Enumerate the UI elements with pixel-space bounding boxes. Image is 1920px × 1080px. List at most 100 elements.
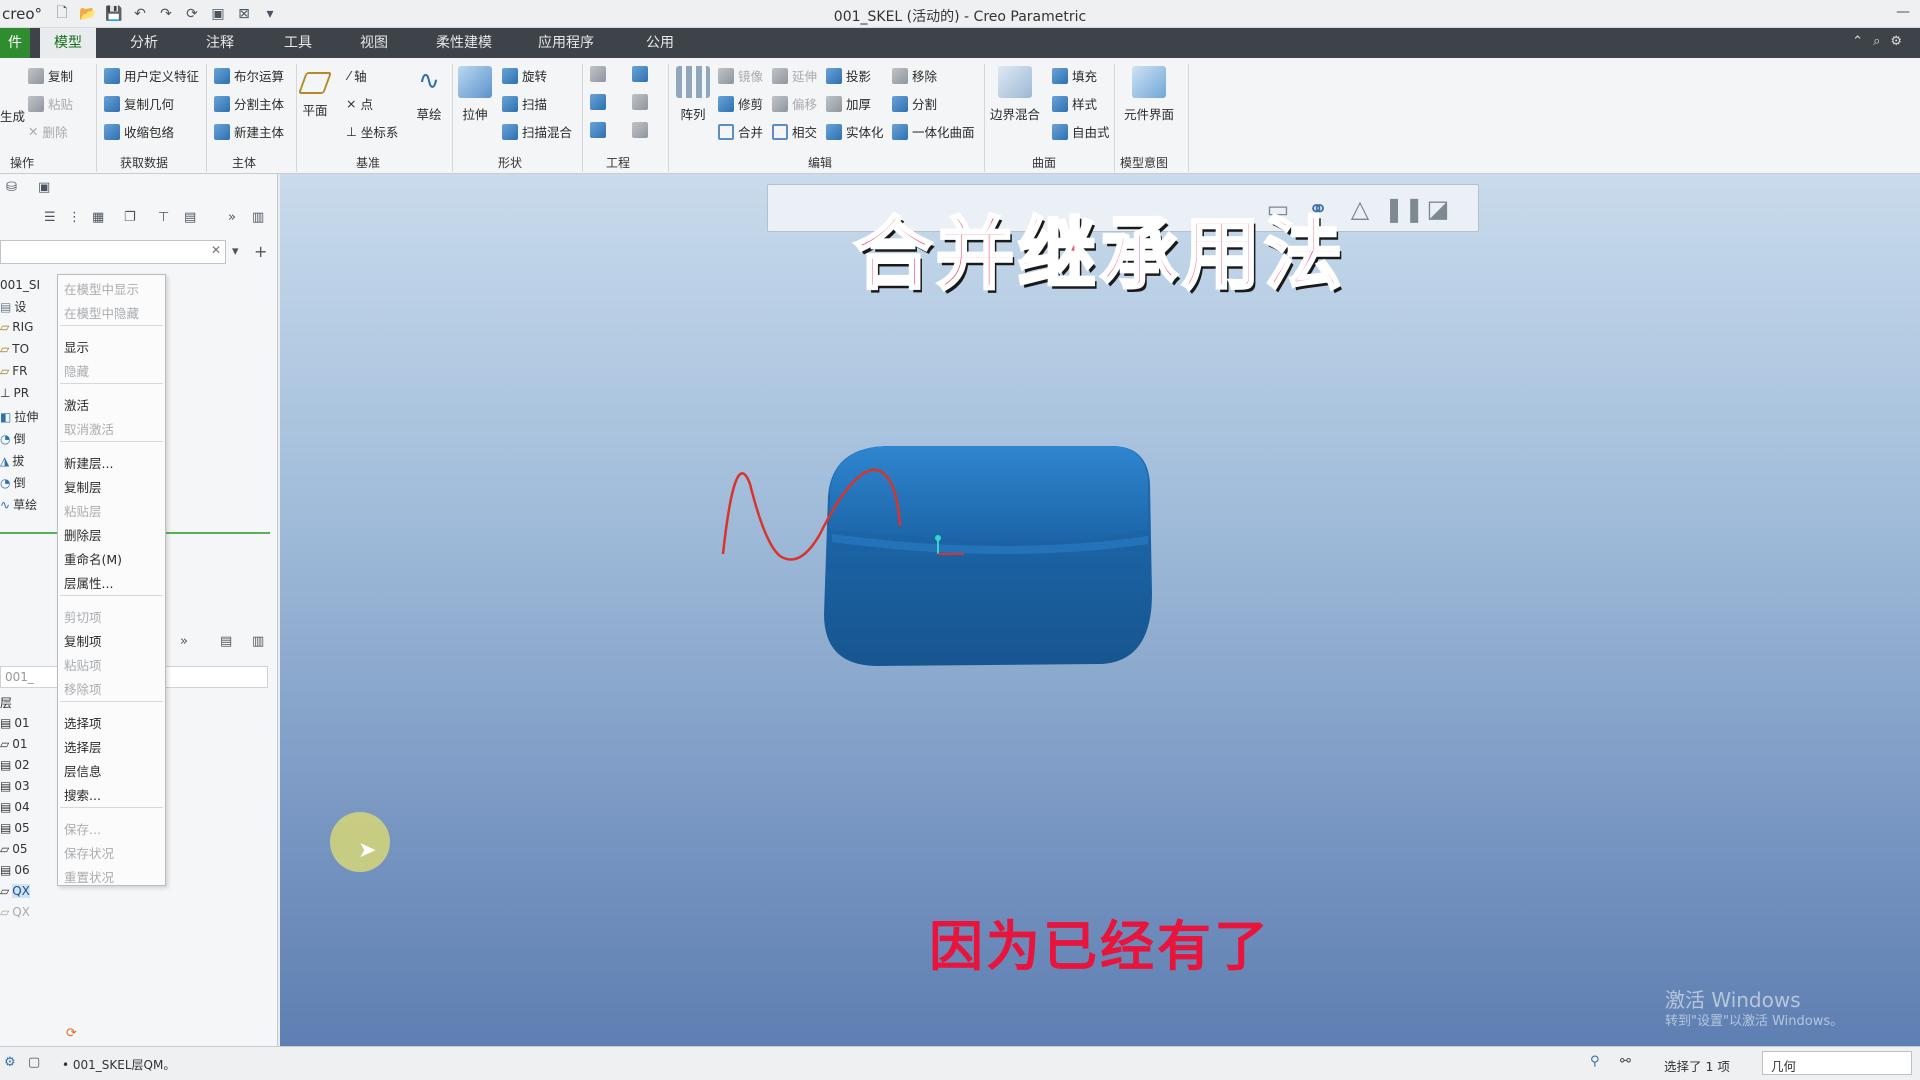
- menu-item-show[interactable]: 显示: [64, 337, 89, 356]
- shell-button[interactable]: [632, 94, 648, 110]
- paste-button[interactable]: 粘贴: [28, 94, 73, 113]
- regenerate-button[interactable]: 生成: [0, 106, 25, 125]
- group-label-surfaces[interactable]: 曲面: [1032, 154, 1056, 171]
- udf-button[interactable]: 用户定义特征: [104, 66, 199, 85]
- tree-root[interactable]: 001_SI: [0, 278, 40, 292]
- delete-button[interactable]: ✕ 删除: [28, 122, 68, 141]
- extend-button[interactable]: 延伸: [772, 66, 817, 85]
- mirror-button[interactable]: 镜像: [718, 66, 763, 85]
- point-button[interactable]: × 点: [346, 94, 373, 113]
- layer-row[interactable]: ▱ QX: [0, 905, 30, 919]
- menu-item-copy-item[interactable]: 复制项: [64, 631, 102, 650]
- group-label-datum[interactable]: 基准: [356, 154, 380, 171]
- tree-item[interactable]: ◔ 倒: [0, 474, 26, 491]
- split-button[interactable]: 分割: [892, 94, 937, 113]
- revolve-button[interactable]: 旋转: [502, 66, 547, 85]
- ribbon-controls-icon[interactable]: ⌃⌕⚙: [1852, 34, 1912, 49]
- group-label-model-intent[interactable]: 模型意图: [1120, 154, 1168, 171]
- tab-annotate[interactable]: 注释: [192, 28, 248, 58]
- layer-row[interactable]: ▤ 02: [0, 758, 30, 772]
- columns-icon[interactable]: ▤: [184, 210, 200, 226]
- graphics-viewport[interactable]: ▭ ⚭ △ ❚❚ ◪ 合并继承用法 因为已经有了 激活 Windows 转到"设…: [280, 174, 1920, 1046]
- tab-view[interactable]: 视图: [346, 28, 402, 58]
- group-label-get-data[interactable]: 获取数据: [120, 154, 168, 171]
- tab-public[interactable]: 公用: [632, 28, 688, 58]
- component-interface-button[interactable]: 元件界面: [1124, 66, 1174, 123]
- selection-filter-select[interactable]: 几何: [1762, 1051, 1912, 1075]
- style-button[interactable]: 样式: [1052, 94, 1097, 113]
- menu-item-rename[interactable]: 重命名(M): [64, 549, 122, 568]
- boolean-button[interactable]: 布尔运算: [214, 66, 284, 85]
- menu-item-delete-layer[interactable]: 删除层: [64, 525, 102, 544]
- bottom-panel-icon[interactable]: ⟳: [66, 1026, 82, 1042]
- menu-item-remove-item[interactable]: 移除项: [64, 679, 102, 698]
- offset-button[interactable]: 偏移: [772, 94, 817, 113]
- layer-row[interactable]: ▤ 01: [0, 716, 30, 730]
- layer-row[interactable]: ▤ 03: [0, 779, 30, 793]
- trim-button[interactable]: 修剪: [718, 94, 763, 113]
- menu-item-layer-properties[interactable]: 层属性...: [64, 573, 113, 592]
- round-button[interactable]: [632, 66, 648, 82]
- menu-item-reset-status[interactable]: 重置状况: [64, 867, 114, 886]
- swept-blend-button[interactable]: 扫描混合: [502, 122, 572, 141]
- menu-item-hide-in-model[interactable]: 在模型中隐藏: [64, 303, 139, 322]
- tree-item[interactable]: ⊥ PR: [0, 386, 29, 400]
- layer-settings-icon[interactable]: ▤: [220, 634, 236, 650]
- group-label-shapes[interactable]: 形状: [498, 154, 522, 171]
- settings-icon[interactable]: ▥: [252, 210, 268, 226]
- layer-row[interactable]: ▱ 01: [0, 737, 28, 751]
- model-body[interactable]: [824, 446, 1152, 666]
- draft-button[interactable]: [590, 122, 606, 138]
- freestyle-button[interactable]: 自由式: [1052, 122, 1110, 141]
- menu-item-paste-item[interactable]: 粘贴项: [64, 655, 102, 674]
- status-icon[interactable]: ⚙: [4, 1055, 16, 1070]
- layer-options-icon[interactable]: ▥: [252, 634, 268, 650]
- menu-item-paste-layer[interactable]: 粘贴层: [64, 501, 102, 520]
- menu-item-select-items[interactable]: 选择项: [64, 713, 102, 732]
- tree-item[interactable]: ▱ RIG: [0, 320, 33, 334]
- copy-geometry-button[interactable]: 复制几何: [104, 94, 174, 113]
- tab-analysis[interactable]: 分析: [116, 28, 172, 58]
- sketch-button[interactable]: ∿ 草绘: [412, 66, 446, 123]
- layer-row[interactable]: ▱ 05: [0, 842, 28, 856]
- group-label-editing[interactable]: 编辑: [808, 154, 832, 171]
- menu-item-new-layer[interactable]: 新建层...: [64, 453, 113, 472]
- tab-flexible-modeling[interactable]: 柔性建模: [422, 28, 506, 58]
- group-label-engineering[interactable]: 工程: [606, 154, 630, 171]
- tree-view-icon[interactable]: ⋮: [68, 210, 84, 226]
- solidify-button[interactable]: 实体化: [826, 122, 884, 141]
- menu-item-save[interactable]: 保存...: [64, 819, 101, 838]
- fullscreen-icon[interactable]: ▢: [28, 1055, 40, 1070]
- rib-button[interactable]: [632, 122, 648, 138]
- layer-view-icon[interactable]: ▦: [92, 210, 108, 226]
- menu-item-cut-item[interactable]: 剪切项: [64, 607, 102, 626]
- tree-item[interactable]: ∿ 草绘: [0, 496, 37, 513]
- plane-button[interactable]: 平面: [297, 66, 333, 119]
- tab-file[interactable]: 件: [0, 28, 30, 58]
- boundary-blend-button[interactable]: 边界混合: [990, 66, 1040, 123]
- layer-row[interactable]: ▤ 04: [0, 800, 30, 814]
- fill-button[interactable]: 填充: [1052, 66, 1097, 85]
- pattern-button[interactable]: 阵列: [676, 66, 710, 123]
- tree-item[interactable]: ▤ 设: [0, 298, 26, 315]
- sweep-button[interactable]: 扫描: [502, 94, 547, 113]
- filter-icon[interactable]: ⊤: [158, 210, 174, 226]
- thicken-button[interactable]: 加厚: [826, 94, 871, 113]
- menu-item-select-layers[interactable]: 选择层: [64, 737, 102, 756]
- tree-search-input[interactable]: ✕: [0, 240, 226, 264]
- tree-item[interactable]: ▱ FR: [0, 364, 27, 378]
- intersect-button[interactable]: 相交: [772, 122, 817, 141]
- menu-item-layer-info[interactable]: 层信息: [64, 761, 102, 780]
- smart-select-icon[interactable]: ⚲: [1590, 1054, 1600, 1069]
- menu-item-show-in-model[interactable]: 在模型中显示: [64, 279, 139, 298]
- csys-button[interactable]: ⊥ 坐标系: [346, 122, 398, 141]
- add-icon[interactable]: +: [254, 242, 270, 261]
- menu-item-save-status[interactable]: 保存状况: [64, 843, 114, 862]
- menu-item-search[interactable]: 搜索...: [64, 785, 101, 804]
- minimize-icon[interactable]: —: [1896, 4, 1910, 20]
- tree-item[interactable]: ◔ 倒: [0, 430, 26, 447]
- menu-item-hide[interactable]: 隐藏: [64, 361, 89, 380]
- clear-search-icon[interactable]: ✕: [211, 243, 221, 257]
- tree-item[interactable]: ▱ TO: [0, 342, 29, 356]
- new-body-button[interactable]: 新建主体: [214, 122, 284, 141]
